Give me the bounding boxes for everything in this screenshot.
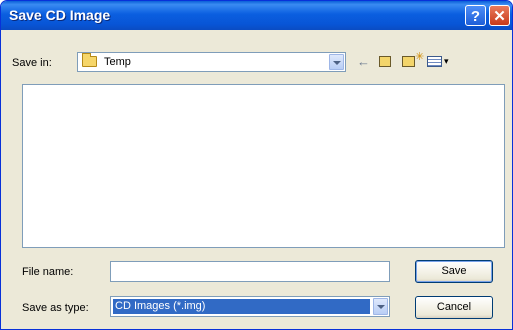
help-button[interactable]: ?	[465, 5, 486, 26]
help-icon: ?	[470, 8, 481, 25]
save-in-value: Temp	[104, 56, 131, 68]
cancel-button[interactable]: Cancel	[415, 296, 493, 319]
chevron-down-icon[interactable]	[329, 54, 344, 70]
save-dialog: Save CD Image ? ✕ Save in: Temp ← ✳ ▾ Fi…	[0, 0, 513, 330]
close-icon: ✕	[493, 8, 506, 25]
save-as-type-value: CD Images (*.img)	[113, 299, 370, 314]
dialog-title: Save CD Image	[9, 7, 111, 23]
save-as-type-label: Save as type:	[22, 302, 89, 314]
title-bar[interactable]: Save CD Image ? ✕	[1, 1, 512, 30]
new-folder-icon[interactable]	[402, 56, 415, 67]
folder-icon	[82, 53, 97, 67]
file-list[interactable]	[22, 84, 505, 248]
file-name-input[interactable]	[110, 261, 390, 282]
save-button[interactable]: Save	[415, 260, 493, 283]
sparkle-icon: ✳	[415, 51, 425, 63]
views-menu-icon[interactable]	[427, 56, 442, 67]
file-name-label: File name:	[22, 266, 74, 278]
views-chevron-icon[interactable]: ▾	[444, 56, 449, 72]
close-button[interactable]: ✕	[489, 5, 510, 26]
save-in-label: Save in:	[12, 57, 52, 69]
save-as-type-dropdown[interactable]: CD Images (*.img)	[110, 296, 390, 317]
save-in-dropdown[interactable]: Temp	[77, 52, 346, 72]
up-folder-icon[interactable]	[379, 56, 391, 67]
back-icon[interactable]: ←	[357, 54, 370, 70]
chevron-down-icon[interactable]	[373, 298, 388, 315]
